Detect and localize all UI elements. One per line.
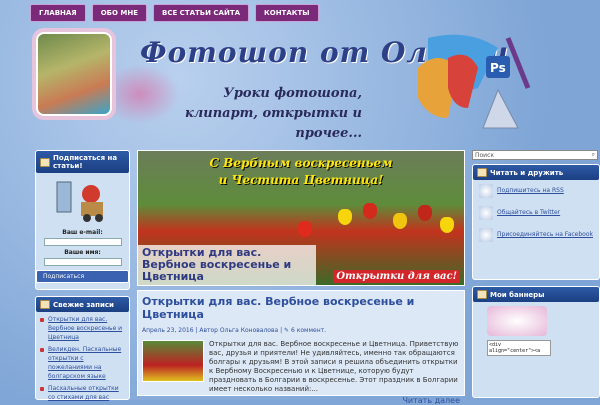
email-field[interactable] <box>43 238 122 246</box>
subscribe-title: Подписаться на статьи! <box>53 154 118 170</box>
mail-icon <box>40 157 50 167</box>
top-navigation: ГЛАВНАЯ ОБО МНЕ ВСЕ СТАТЬИ САЙТА КОНТАКТ… <box>30 4 319 22</box>
post-date: Апрель 23, 2016 <box>142 327 194 334</box>
facebook-link[interactable]: Присоединяйтесь на Facebook <box>473 224 599 246</box>
slider-greeting: С Вербным воскресеньем и Честита Цветниц… <box>138 155 464 189</box>
search-input[interactable]: Поиск ⌕ <box>472 150 598 160</box>
banners-widget: Мои баннеры <div align="center"><a <box>472 286 600 398</box>
post-title-link[interactable]: Открытки для вас. Вербное воскресенье и … <box>142 295 460 321</box>
image-icon <box>477 290 487 299</box>
tulip-decoration <box>363 203 377 219</box>
right-sidebar: Поиск ⌕ Читать и дружить Подпишитесь на … <box>472 150 600 400</box>
subscribe-button[interactable]: Подписаться <box>36 270 129 283</box>
post-comments[interactable]: 6 коммент. <box>291 327 326 334</box>
slider-caption[interactable]: Открытки для вас. Вербное воскресенье и … <box>138 245 316 285</box>
search-placeholder: Поиск <box>475 151 495 159</box>
site-header: Фотошоп от Олечки Уроки фотошопа, клипар… <box>30 24 600 141</box>
recent-post-link[interactable]: Великден. Пасхальные открытки с пожелани… <box>36 342 129 381</box>
banners-title-bar: Мои баннеры <box>473 287 599 302</box>
recent-title: Свежие записи <box>53 300 114 309</box>
search-icon[interactable]: ⌕ <box>592 151 595 159</box>
banners-title: Мои баннеры <box>490 290 545 299</box>
main-content: С Вербным воскресеньем и Честита Цветниц… <box>137 150 465 405</box>
site-tagline: Уроки фотошопа, клипарт, открытки и проч… <box>184 86 362 141</box>
nav-all-articles[interactable]: ВСЕ СТАТЬИ САЙТА <box>152 4 250 22</box>
nav-contacts[interactable]: КОНТАКТЫ <box>255 4 319 22</box>
rss-icon <box>479 184 493 198</box>
banner-code-field[interactable]: <div align="center"><a <box>487 340 551 356</box>
facebook-label: Присоединяйтесь на Facebook <box>497 231 593 238</box>
tulip-decoration <box>338 209 352 225</box>
social-title: Читать и дружить <box>490 168 564 177</box>
post-thumbnail[interactable] <box>142 340 204 382</box>
email-label: Ваш e-mail: <box>62 229 103 236</box>
post-author[interactable]: Автор Ольга Коновалова <box>199 327 278 334</box>
featured-slider[interactable]: С Вербным воскресеньем и Честита Цветниц… <box>137 150 465 286</box>
comment-icon: ✎ <box>284 327 290 334</box>
read-more-link[interactable]: Читать далее <box>142 396 460 405</box>
author-photo <box>36 32 112 116</box>
twitter-icon <box>479 206 493 220</box>
twitter-label: Общайтесь в Twitter <box>497 209 561 216</box>
name-label: Ваше имя: <box>64 249 101 256</box>
social-title-bar: Читать и дружить <box>473 165 599 180</box>
subscribe-widget: Подписаться на статьи! Ваш e-mail: Ваше … <box>35 150 130 290</box>
rss-link[interactable]: Подпишитесь на RSS <box>473 180 599 202</box>
tulip-decoration <box>440 217 454 233</box>
tulip-decoration <box>418 205 432 221</box>
decorative-swirl <box>100 64 180 124</box>
recent-post-link[interactable]: Открытки для вас. Вербное воскресенье и … <box>36 312 129 342</box>
mail-mascot-icon <box>56 181 103 222</box>
book-icon <box>477 168 487 177</box>
recent-posts-widget: Свежие записи Открытки для вас. Вербное … <box>35 296 130 402</box>
name-field[interactable] <box>43 258 122 266</box>
social-widget: Читать и дружить Подпишитесь на RSS Обща… <box>472 164 600 280</box>
subscribe-title-bar: Подписаться на статьи! <box>36 151 129 173</box>
left-sidebar: Подписаться на статьи! Ваш e-mail: Ваше … <box>35 150 130 402</box>
slider-stamp: Открытки для вас! <box>333 270 460 283</box>
post-body: Открытки для вас. Вербное воскресенье и … <box>142 340 460 394</box>
tulip-decoration <box>298 221 312 237</box>
photoshop-logo-art: Ps <box>418 34 531 129</box>
tulip-decoration <box>393 213 407 229</box>
nav-about[interactable]: ОБО МНЕ <box>91 4 147 22</box>
recent-post-link[interactable]: Пасхальные открытки со стихами для вас <box>36 381 129 402</box>
greeting-line-1: С Вербным воскресеньем <box>209 156 393 170</box>
svg-text:Ps: Ps <box>490 61 506 75</box>
twitter-link[interactable]: Общайтесь в Twitter <box>473 202 599 224</box>
post-meta: Апрель 23, 2016 | Автор Ольга Коновалова… <box>142 327 327 334</box>
banner-image[interactable] <box>487 306 547 336</box>
rss-label: Подпишитесь на RSS <box>497 187 564 194</box>
recent-title-bar: Свежие записи <box>36 297 129 312</box>
post-preview: Открытки для вас. Вербное воскресенье и … <box>137 290 465 405</box>
nav-home[interactable]: ГЛАВНАЯ <box>30 4 86 22</box>
greeting-line-2: и Честита Цветница! <box>218 173 384 187</box>
post-excerpt: Открытки для вас. Вербное воскресенье и … <box>209 340 459 393</box>
document-icon <box>40 300 50 309</box>
facebook-icon <box>479 228 493 242</box>
